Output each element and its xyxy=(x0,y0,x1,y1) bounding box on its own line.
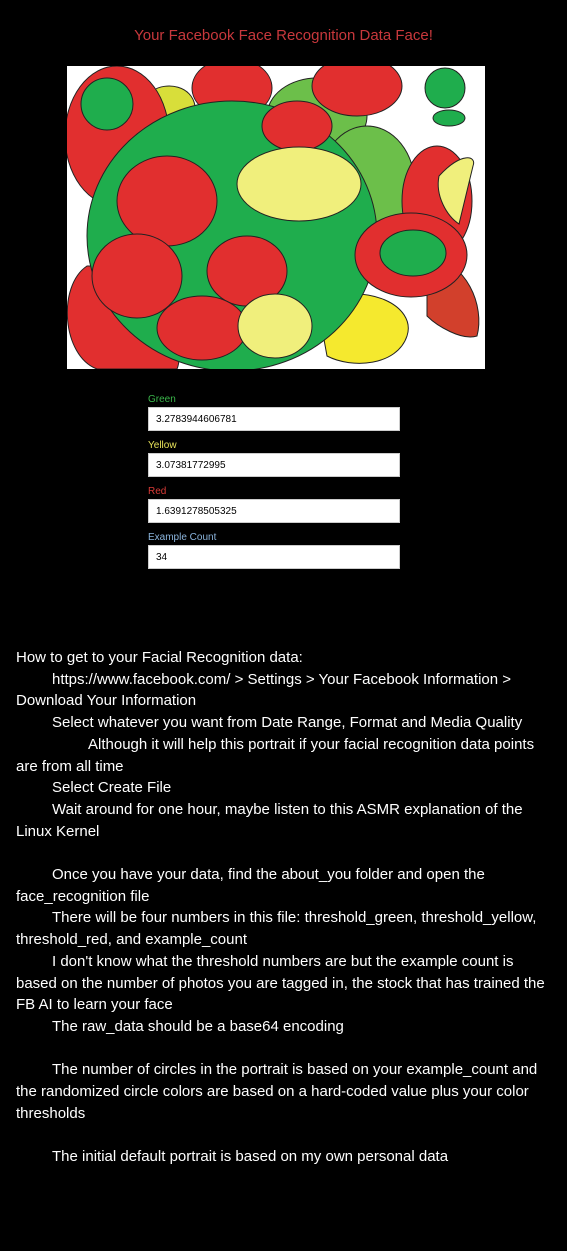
green-label: Green xyxy=(148,394,176,405)
instruction-line: The initial default portrait is based on… xyxy=(52,1148,449,1166)
portrait-yellow-circle xyxy=(236,146,362,222)
portrait-red-circle xyxy=(261,100,333,152)
yellow-label: Yellow xyxy=(148,440,177,451)
portrait-red-circle xyxy=(91,233,183,319)
instructions-text: How to get to your Facial Recognition da… xyxy=(16,647,546,1168)
face-portrait xyxy=(67,66,485,369)
portrait-red-circle xyxy=(116,155,218,247)
instruction-line: https://www.facebook.com/ > Settings > Y… xyxy=(16,670,512,710)
portrait-green-circle xyxy=(379,229,447,277)
page-title: Your Facebook Face Recognition Data Face… xyxy=(134,27,433,44)
green-threshold-input[interactable]: 3.2783944606781 xyxy=(148,407,400,431)
instructions-heading: How to get to your Facial Recognition da… xyxy=(16,649,303,666)
red-label: Red xyxy=(148,486,167,497)
portrait-green-circle xyxy=(80,77,134,131)
portrait-yellow-circle xyxy=(237,293,313,359)
red-threshold-input[interactable]: 1.6391278505325 xyxy=(148,499,400,523)
instruction-line: Select whatever you want from Date Range… xyxy=(52,714,523,732)
threshold-fields: Green 3.2783944606781 Yellow 3.073817729… xyxy=(148,394,400,578)
portrait-green-circle xyxy=(424,67,466,109)
portrait-red-circle xyxy=(156,295,248,361)
instruction-line: I don't know what the threshold numbers … xyxy=(16,952,545,1014)
instruction-line: There will be four numbers in this file:… xyxy=(16,909,537,949)
portrait-canvas xyxy=(67,66,480,369)
instruction-line: Although it will help this portrait if y… xyxy=(16,735,535,775)
instruction-line: The number of circles in the portrait is… xyxy=(16,1061,538,1122)
example-count-label: Example Count xyxy=(148,532,217,543)
instruction-line: Once you have your data, find the about_… xyxy=(16,866,485,905)
instruction-line: The raw_data should be a base64 encoding xyxy=(52,1017,344,1035)
portrait-green-circle xyxy=(432,109,466,127)
yellow-threshold-input[interactable]: 3.07381772995 xyxy=(148,453,400,477)
instruction-line: Wait around for one hour, maybe listen t… xyxy=(16,800,523,840)
example-count-input[interactable]: 34 xyxy=(148,545,400,569)
instruction-line: Select Create File xyxy=(52,779,172,797)
